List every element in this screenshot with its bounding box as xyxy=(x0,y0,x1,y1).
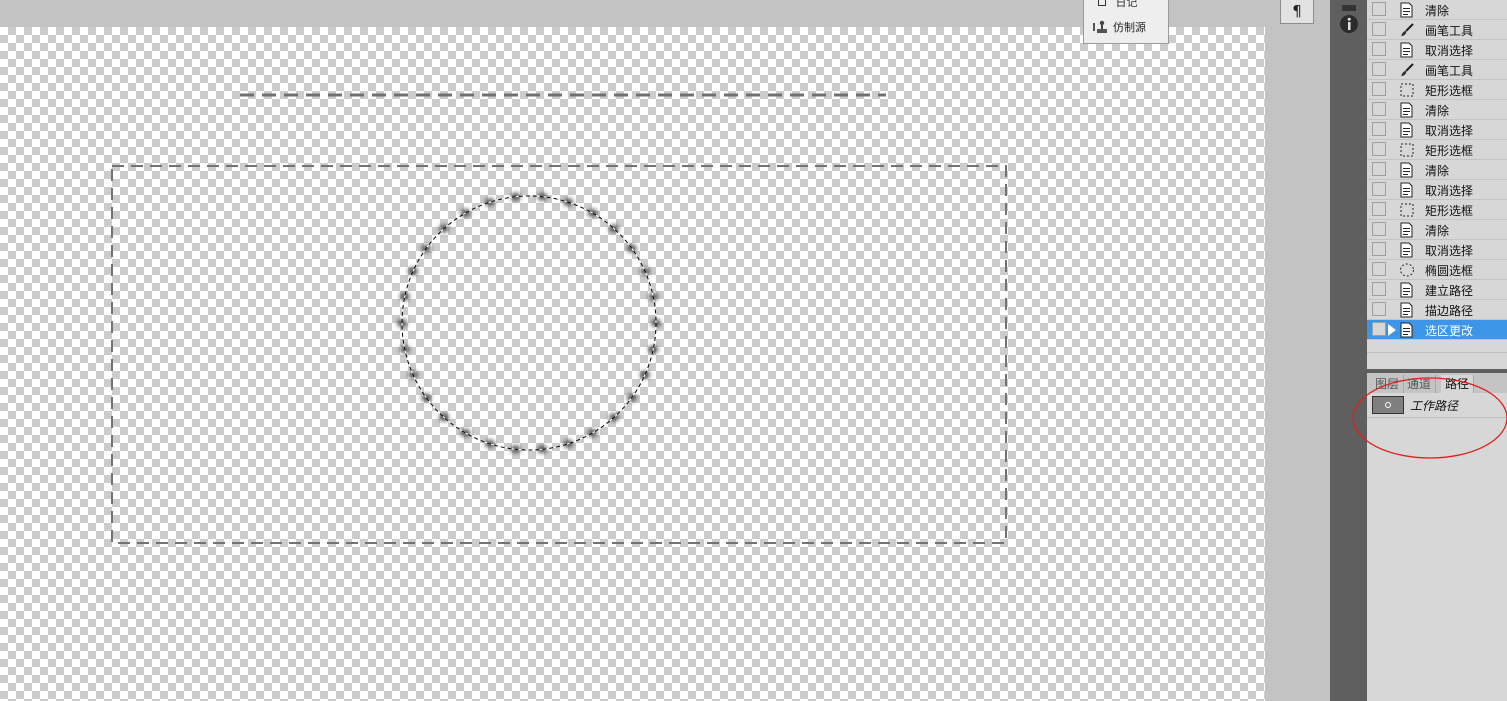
selection-marching-ants xyxy=(401,195,657,451)
rect-marquee-icon xyxy=(1399,142,1415,158)
clone-source-label: 仿制源 xyxy=(1113,21,1146,34)
history-item-label: 画笔工具 xyxy=(1425,64,1474,78)
history-snapshot-checkbox[interactable] xyxy=(1372,182,1386,196)
document-icon xyxy=(1399,222,1415,238)
history-item-label: 建立路径 xyxy=(1425,284,1474,298)
history-item-label: 矩形选框 xyxy=(1425,84,1474,98)
history-item-label: 描边路径 xyxy=(1425,304,1474,318)
history-item[interactable]: 取消选择 xyxy=(1367,240,1507,260)
document-icon xyxy=(1399,102,1415,118)
document-icon xyxy=(1399,182,1415,198)
history-item-label: 清除 xyxy=(1425,104,1450,118)
history-panel: 清除 画笔工具 取消选择 画笔工具 矩形选框 清除 取消选择 矩形选框 清除 取消选择 矩形选框 清除… xyxy=(1367,0,1507,701)
clone-popup-top-label: 日记 xyxy=(1115,0,1138,9)
history-item[interactable]: 描边路径 xyxy=(1367,300,1507,320)
history-item-label: 画笔工具 xyxy=(1425,24,1474,38)
info-icon[interactable] xyxy=(1338,13,1360,35)
history-item[interactable]: 取消选择 xyxy=(1367,40,1507,60)
paragraph-button[interactable]: ¶ xyxy=(1280,0,1314,24)
notes-icon xyxy=(1098,0,1106,6)
clone-stamp-icon xyxy=(1093,20,1107,33)
clone-source-panel: 日记 仿制源 xyxy=(1083,0,1169,44)
document-icon xyxy=(1399,282,1415,298)
document-icon xyxy=(1399,122,1415,138)
document-icon xyxy=(1399,322,1415,338)
brush-icon xyxy=(1399,62,1415,78)
tab-layers[interactable]: 图层 xyxy=(1371,375,1405,393)
history-snapshot-checkbox[interactable] xyxy=(1372,142,1386,156)
history-item[interactable]: 取消选择 xyxy=(1367,180,1507,200)
history-snapshot-checkbox[interactable] xyxy=(1372,322,1386,336)
history-item-label: 清除 xyxy=(1425,164,1450,178)
paths-panel-tabs: 图层 通道 路径 xyxy=(1367,373,1507,393)
document-icon xyxy=(1399,242,1415,258)
path-item-work-path[interactable]: 工作路径 xyxy=(1367,394,1507,418)
canvas-artwork xyxy=(111,93,1007,544)
history-item[interactable]: 矩形选框 xyxy=(1367,200,1507,220)
history-snapshot-checkbox[interactable] xyxy=(1372,282,1386,296)
history-item-label: 椭圆选框 xyxy=(1425,264,1474,278)
history-item[interactable]: 椭圆选框 xyxy=(1367,260,1507,280)
history-item[interactable]: 画笔工具 xyxy=(1367,60,1507,80)
history-item-label: 取消选择 xyxy=(1425,124,1474,138)
clone-source-item[interactable]: 仿制源 xyxy=(1092,19,1146,35)
document-icon xyxy=(1399,302,1415,318)
tab-paths[interactable]: 路径 xyxy=(1441,375,1475,393)
history-item[interactable]: 清除 xyxy=(1367,0,1507,20)
history-snapshot-checkbox[interactable] xyxy=(1372,82,1386,96)
history-item-label: 矩形选框 xyxy=(1425,204,1474,218)
brush-stroked-circle xyxy=(397,192,661,454)
history-item[interactable]: 画笔工具 xyxy=(1367,20,1507,40)
history-snapshot-checkbox[interactable] xyxy=(1372,302,1386,316)
history-list-divider xyxy=(1367,352,1507,353)
history-item[interactable]: 选区更改 xyxy=(1367,320,1507,340)
history-item-label: 取消选择 xyxy=(1425,184,1474,198)
history-state-slider-icon[interactable] xyxy=(1388,324,1396,336)
history-snapshot-checkbox[interactable] xyxy=(1372,62,1386,76)
history-snapshot-checkbox[interactable] xyxy=(1372,102,1386,116)
history-item[interactable]: 清除 xyxy=(1367,160,1507,180)
history-snapshot-checkbox[interactable] xyxy=(1372,122,1386,136)
history-item[interactable]: 矩形选框 xyxy=(1367,140,1507,160)
history-item-label: 取消选择 xyxy=(1425,44,1474,58)
document-icon xyxy=(1399,2,1415,18)
history-snapshot-checkbox[interactable] xyxy=(1372,2,1386,16)
history-snapshot-checkbox[interactable] xyxy=(1372,22,1386,36)
selection-marching-ants-dash xyxy=(401,195,657,451)
history-item[interactable]: 建立路径 xyxy=(1367,280,1507,300)
history-snapshot-checkbox[interactable] xyxy=(1372,162,1386,176)
history-snapshot-checkbox[interactable] xyxy=(1372,42,1386,56)
history-item[interactable]: 矩形选框 xyxy=(1367,80,1507,100)
history-item-label: 矩形选框 xyxy=(1425,144,1474,158)
history-item[interactable]: 清除 xyxy=(1367,220,1507,240)
brush-icon xyxy=(1399,22,1415,38)
dashed-stroke-rectangle xyxy=(111,165,1007,544)
panel-dock xyxy=(1330,0,1367,701)
history-item-label: 清除 xyxy=(1425,4,1450,18)
document-icon xyxy=(1399,42,1415,58)
ellipse-marquee-icon xyxy=(1399,262,1415,278)
history-snapshot-checkbox[interactable] xyxy=(1372,262,1386,276)
history-item-label: 清除 xyxy=(1425,224,1450,238)
history-item-label: 选区更改 xyxy=(1425,324,1474,338)
path-label: 工作路径 xyxy=(1410,399,1459,413)
history-item[interactable]: 取消选择 xyxy=(1367,120,1507,140)
history-item[interactable]: 清除 xyxy=(1367,100,1507,120)
document-canvas[interactable] xyxy=(0,27,1265,701)
document-scroll-area xyxy=(1265,27,1330,701)
rect-marquee-icon xyxy=(1399,82,1415,98)
path-thumbnail xyxy=(1372,396,1404,414)
history-snapshot-checkbox[interactable] xyxy=(1372,202,1386,216)
tab-channels[interactable]: 通道 xyxy=(1403,375,1437,393)
rect-marquee-icon xyxy=(1399,202,1415,218)
history-snapshot-checkbox[interactable] xyxy=(1372,222,1386,236)
history-item-label: 取消选择 xyxy=(1425,244,1474,258)
document-icon xyxy=(1399,162,1415,178)
history-snapshot-checkbox[interactable] xyxy=(1372,242,1386,256)
